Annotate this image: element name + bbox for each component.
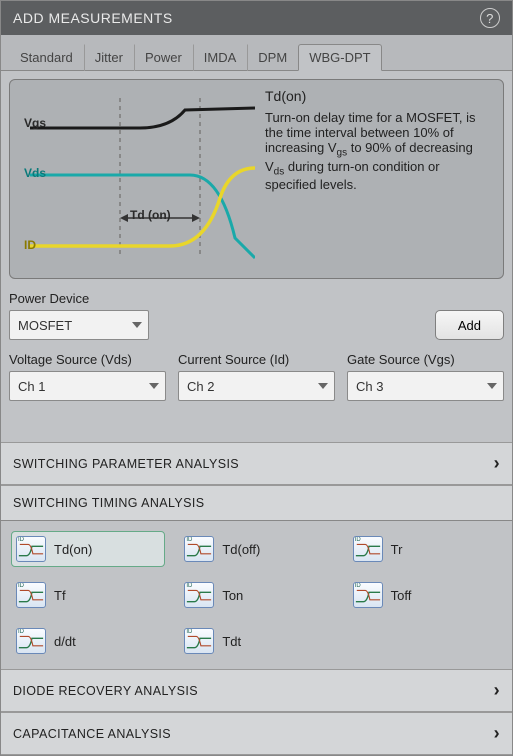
waveform-icon	[353, 582, 383, 608]
tab-dpm[interactable]: DPM	[247, 44, 298, 71]
preview-text: Td(on) Turn-on delay time for a MOSFET, …	[265, 88, 493, 268]
timing-item-label: Ton	[222, 588, 243, 603]
graph-label-marker: Td (on)	[130, 208, 171, 222]
tab-standard[interactable]: Standard	[9, 44, 84, 71]
waveform-icon	[16, 582, 46, 608]
section-switching-parameter[interactable]: SWITCHING PARAMETER ANALYSIS ›	[1, 442, 512, 485]
graph-label-vgs: Vgs	[24, 116, 46, 130]
tab-imda[interactable]: IMDA	[193, 44, 248, 71]
section-diode-recovery[interactable]: DIODE RECOVERY ANALYSIS ›	[1, 669, 512, 712]
help-icon[interactable]: ?	[480, 8, 500, 28]
timing-item-label: Tf	[54, 588, 66, 603]
add-button[interactable]: Add	[435, 310, 504, 340]
graph-label-vds: Vds	[24, 166, 46, 180]
waveform-icon	[16, 536, 46, 562]
tabs: Standard Jitter Power IMDA DPM WBG-DPT	[1, 35, 512, 71]
timing-item-label: Toff	[391, 588, 412, 603]
preview-title: Td(on)	[265, 88, 493, 104]
vgs-label: Gate Source (Vgs)	[347, 352, 504, 367]
id-label: Current Source (Id)	[178, 352, 335, 367]
waveform-icon	[184, 582, 214, 608]
preview-box: Vgs Vds ID Td (on) Td(on) Turn-on delay …	[9, 79, 504, 279]
chevron-down-icon	[132, 322, 142, 328]
vgs-select[interactable]: Ch 3	[347, 371, 504, 401]
tab-power[interactable]: Power	[134, 44, 193, 71]
titlebar: ADD MEASUREMENTS ?	[1, 1, 512, 35]
chevron-down-icon	[149, 383, 159, 389]
timing-item-label: Td(off)	[222, 542, 260, 557]
timing-item-label: d/dt	[54, 634, 76, 649]
timing-item-label: Td(on)	[54, 542, 92, 557]
chevron-down-icon	[487, 383, 497, 389]
power-device-label: Power Device	[9, 291, 149, 306]
timing-item-label: Tdt	[222, 634, 241, 649]
preview-graph: Vgs Vds ID Td (on)	[20, 88, 255, 268]
chevron-down-icon	[318, 383, 328, 389]
panel-title: ADD MEASUREMENTS	[13, 10, 173, 26]
section-switching-timing[interactable]: SWITCHING TIMING ANALYSIS	[1, 485, 512, 521]
graph-label-id: ID	[24, 238, 36, 252]
timing-item-tdt[interactable]: Tdt	[179, 623, 333, 659]
timing-item-toff[interactable]: Toff	[348, 577, 502, 613]
timing-item-tf[interactable]: Tf	[11, 577, 165, 613]
waveform-icon	[184, 536, 214, 562]
waveform-icon	[16, 628, 46, 654]
timing-item-tr[interactable]: Tr	[348, 531, 502, 567]
chevron-right-icon: ›	[494, 453, 500, 474]
power-device-select[interactable]: MOSFET	[9, 310, 149, 340]
add-measurements-panel: ADD MEASUREMENTS ? Standard Jitter Power…	[0, 0, 513, 756]
id-select[interactable]: Ch 2	[178, 371, 335, 401]
waveform-icon	[184, 628, 214, 654]
timing-item-tdon[interactable]: Td(on)	[11, 531, 165, 567]
section-capacitance[interactable]: CAPACITANCE ANALYSIS ›	[1, 712, 512, 755]
timing-item-label: Tr	[391, 542, 403, 557]
tab-jitter[interactable]: Jitter	[84, 44, 134, 71]
vds-label: Voltage Source (Vds)	[9, 352, 166, 367]
timing-item-ddt[interactable]: d/dt	[11, 623, 165, 659]
vds-select[interactable]: Ch 1	[9, 371, 166, 401]
timing-item-ton[interactable]: Ton	[179, 577, 333, 613]
timing-item-tdoff[interactable]: Td(off)	[179, 531, 333, 567]
tab-wbg-dpt[interactable]: WBG-DPT	[298, 44, 381, 71]
chevron-right-icon: ›	[494, 723, 500, 744]
chevron-right-icon: ›	[494, 680, 500, 701]
waveform-icon	[353, 536, 383, 562]
timing-grid: Td(on) Td(off) Tr Tf Ton Toff d/dt Tdt	[1, 521, 512, 669]
preview-description: Turn-on delay time for a MOSFET, is the …	[265, 110, 493, 192]
content-area: Vgs Vds ID Td (on) Td(on) Turn-on delay …	[1, 71, 512, 442]
